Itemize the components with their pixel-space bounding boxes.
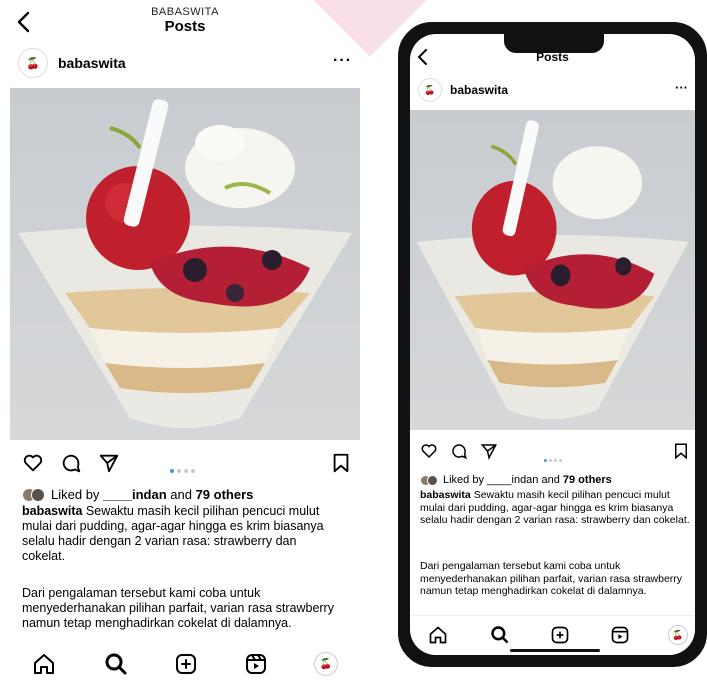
home-icon[interactable]	[428, 625, 448, 645]
add-post-icon[interactable]	[174, 652, 198, 676]
likes-and: and	[166, 487, 196, 502]
phone-caption-paragraph-2: Dari pengalaman tersebut kami coba untuk…	[420, 560, 683, 597]
phone-likes-summary[interactable]: Liked by ____indan and 79 others	[420, 474, 612, 486]
likes-others[interactable]: 79 others	[563, 474, 612, 486]
phone-notch	[504, 34, 604, 53]
carousel-dot	[191, 469, 195, 473]
likes-and: and	[538, 474, 563, 486]
avatar[interactable]: 🍒	[418, 78, 442, 102]
phone-post-image[interactable]	[410, 110, 695, 430]
more-options-icon[interactable]: ···	[333, 52, 352, 70]
liker-avatar	[31, 487, 45, 502]
header-account: BABASWITA	[151, 6, 219, 18]
top-bar: BABASWITA Posts	[0, 0, 370, 44]
likes-text: Liked by ____indan and 79 others	[51, 487, 253, 502]
heart-icon[interactable]	[22, 452, 44, 474]
caption-username[interactable]: babaswita	[22, 504, 82, 518]
phone-bottom-nav: 🍒	[410, 615, 695, 655]
phone-screen: BABASWITA Posts 🍒 babaswita ···	[410, 34, 695, 655]
reels-icon[interactable]	[610, 625, 630, 645]
carousel-dot	[544, 459, 547, 462]
bottom-nav: 🍒	[0, 652, 370, 680]
carousel-dot	[549, 459, 552, 462]
search-icon[interactable]	[104, 652, 128, 676]
likes-user[interactable]: ____indan	[487, 474, 538, 486]
phone-mockup: BABASWITA Posts 🍒 babaswita ···	[398, 22, 707, 667]
bookmark-icon[interactable]	[330, 452, 352, 474]
likes-summary[interactable]: Liked by ____indan and 79 others	[22, 487, 253, 502]
post-username[interactable]: babaswita	[450, 83, 508, 97]
post-username[interactable]: babaswita	[58, 55, 126, 71]
phone-post-header: 🍒 babaswita ···	[418, 78, 688, 104]
header-titles: BABASWITA Posts	[0, 6, 370, 35]
search-icon[interactable]	[490, 625, 510, 645]
likes-prefix: Liked by	[51, 487, 104, 502]
carousel-dot	[184, 469, 188, 473]
heart-icon[interactable]	[420, 442, 438, 460]
carousel-dot	[559, 459, 562, 462]
comment-icon[interactable]	[450, 442, 468, 460]
parfait-illustration	[18, 99, 352, 428]
page-title: Posts	[164, 18, 206, 35]
home-indicator	[510, 649, 600, 652]
add-post-icon[interactable]	[550, 625, 570, 645]
liker-avatar	[427, 474, 438, 486]
home-icon[interactable]	[32, 652, 56, 676]
avatar[interactable]: 🍒	[18, 48, 48, 78]
comment-icon[interactable]	[60, 452, 82, 474]
caption-paragraph-2: Dari pengalaman tersebut kami coba untuk…	[22, 586, 334, 630]
phone-post-caption: babaswita Sewaktu masih kecil pilihan pe…	[420, 489, 690, 527]
profile-avatar[interactable]: 🍒	[668, 625, 688, 645]
carousel-dot	[177, 469, 181, 473]
profile-avatar[interactable]: 🍒	[314, 652, 338, 676]
left-screenshot: BABASWITA Posts 🍒 babaswita ··· Liked by…	[0, 0, 370, 681]
likes-others[interactable]: 79 others	[196, 487, 254, 502]
carousel-dot	[554, 459, 557, 462]
likes-prefix: Liked by	[443, 474, 488, 486]
carousel-dot	[170, 469, 174, 473]
post-image[interactable]	[10, 88, 360, 440]
caption-username[interactable]: babaswita	[420, 489, 471, 501]
likes-user[interactable]: ____indan	[103, 487, 167, 502]
send-icon[interactable]	[480, 442, 498, 460]
post-caption: babaswita Sewaktu masih kecil pilihan pe…	[22, 504, 342, 564]
reels-icon[interactable]	[244, 652, 268, 676]
phone-post-actions	[420, 442, 690, 462]
post-header: 🍒 babaswita ···	[18, 48, 352, 78]
more-options-icon[interactable]: ···	[675, 80, 688, 95]
send-icon[interactable]	[98, 452, 120, 474]
likes-text: Liked by ____indan and 79 others	[443, 474, 612, 486]
carousel-dots	[544, 449, 564, 467]
bookmark-icon[interactable]	[672, 442, 690, 460]
parfait-illustration	[416, 120, 689, 420]
post-actions	[22, 452, 352, 474]
carousel-dots	[170, 460, 198, 478]
